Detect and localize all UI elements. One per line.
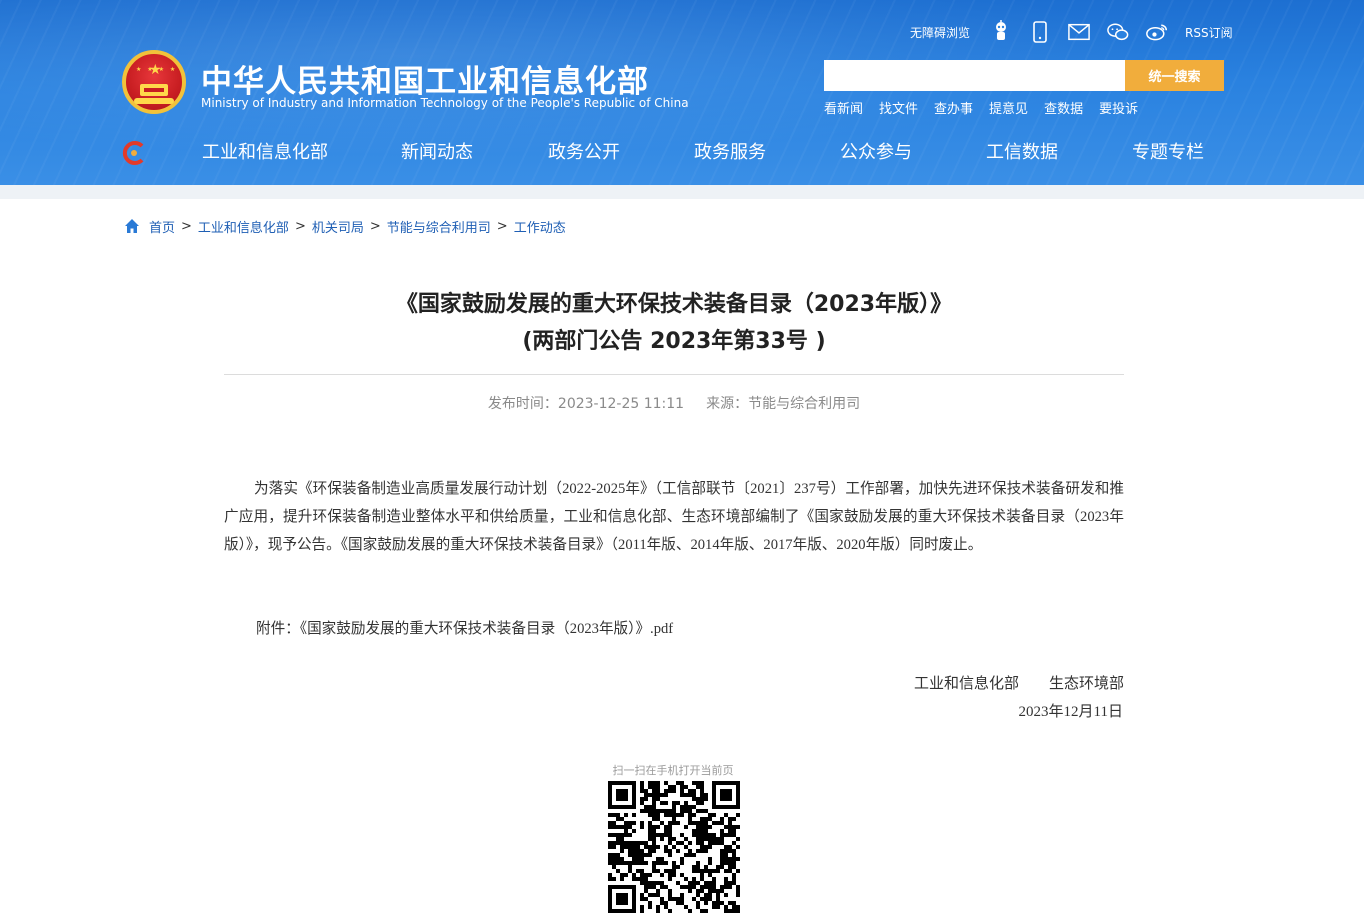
article-meta: 发布时间：2023-12-25 11:11 来源：节能与综合利用司 — [224, 393, 1124, 413]
weibo-icon[interactable] — [1146, 21, 1168, 43]
quick-link-data[interactable]: 查数据 — [1044, 98, 1083, 117]
attachment-line: 附件：《国家鼓励发展的重大环保技术装备目录（2023年版）》.pdf — [256, 617, 673, 638]
mail-icon[interactable] — [1068, 21, 1090, 43]
breadcrumb-ministry[interactable]: 工业和信息化部 — [198, 217, 289, 236]
breadcrumb-departments[interactable]: 机关司局 — [312, 217, 364, 236]
attachment-label: 附件： — [256, 621, 300, 637]
nav-item-data[interactable]: 工信数据 — [986, 140, 1058, 166]
search-input[interactable] — [824, 60, 1125, 91]
nav-item-gov-services[interactable]: 政务服务 — [694, 140, 766, 166]
site-subtitle: Ministry of Industry and Information Tec… — [201, 96, 689, 110]
site-title[interactable]: 中华人民共和国工业和信息化部 — [201, 56, 649, 101]
breadcrumb-energy-dept[interactable]: 节能与综合利用司 — [387, 217, 491, 236]
signer-mee: 生态环境部 — [1048, 676, 1124, 692]
national-emblem-logo[interactable]: ★ ★ ★ ★ ★ — [122, 50, 186, 114]
nav-item-news[interactable]: 新闻动态 — [401, 140, 473, 166]
source-label: 来源： — [706, 396, 749, 412]
quick-link-complaint[interactable]: 要投诉 — [1099, 98, 1138, 117]
breadcrumb: 首页 > 工业和信息化部 > 机关司局 > 节能与综合利用司 > 工作动态 — [124, 216, 566, 236]
rss-link[interactable]: RSS订阅 — [1185, 24, 1233, 41]
nav-item-ministry[interactable]: 工业和信息化部 — [202, 140, 328, 166]
title-divider — [224, 374, 1124, 375]
quick-link-news[interactable]: 看新闻 — [824, 98, 863, 117]
source: 节能与综合利用司 — [748, 396, 861, 412]
publish-time: 2023-12-25 11:11 — [557, 396, 685, 412]
article-body: 为落实《环保装备制造业高质量发展行动计划（2022-2025年》（工信部联节〔2… — [224, 481, 1124, 553]
breadcrumb-separator: > — [181, 218, 192, 234]
header-divider — [0, 185, 1364, 199]
nav-item-topics[interactable]: 专题专栏 — [1132, 140, 1204, 166]
quick-link-files[interactable]: 找文件 — [879, 98, 918, 117]
nav-item-gov-info[interactable]: 政务公开 — [548, 140, 620, 166]
breadcrumb-separator: > — [369, 218, 381, 234]
site-header: ★ ★ ★ ★ ★ 中华人民共和国工业和信息化部 Ministry of Ind… — [0, 0, 1364, 185]
search-button[interactable]: 统一搜索 — [1125, 60, 1224, 91]
main-nav: 工业和信息化部 新闻动态 政务公开 政务服务 公众参与 工信数据 专题专栏 — [120, 132, 1240, 174]
publish-time-label: 发布时间： — [487, 396, 558, 412]
breadcrumb-work-news[interactable]: 工作动态 — [514, 217, 566, 236]
qr-code — [608, 781, 740, 913]
attachment-link[interactable]: 《国家鼓励发展的重大环保技术装备目录（2023年版）》.pdf — [300, 621, 673, 637]
nav-item-public[interactable]: 公众参与 — [840, 140, 912, 166]
breadcrumb-separator: > — [294, 218, 306, 234]
wechat-icon[interactable] — [1107, 21, 1129, 43]
qr-caption: 扫一扫在手机打开当前页 — [612, 764, 734, 777]
signer-miit: 工业和信息化部 — [913, 676, 1019, 692]
quick-link-services[interactable]: 查办事 — [934, 98, 973, 117]
signers: 工业和信息化部 生态环境部 — [914, 672, 1124, 693]
article-subtitle: (两部门公告 2023年第33号 ) — [522, 329, 826, 354]
search-bar: 统一搜索 — [824, 60, 1224, 91]
breadcrumb-home[interactable]: 首页 — [149, 217, 175, 236]
top-links: 无障碍浏览 RSS订阅 — [910, 18, 1233, 46]
robot-icon[interactable] — [990, 20, 1012, 43]
quick-links: 看新闻 找文件 查办事 提意见 查数据 要投诉 — [824, 98, 1154, 117]
home-icon[interactable] — [124, 218, 140, 234]
quick-link-feedback[interactable]: 提意见 — [989, 98, 1028, 117]
mobile-icon[interactable] — [1029, 21, 1051, 43]
sign-date: 2023年12月11日 — [1018, 704, 1123, 720]
article-title: 《国家鼓励发展的重大环保技术装备目录（2023年版）》 — [395, 292, 953, 317]
ministry-logo-icon[interactable] — [120, 140, 148, 166]
breadcrumb-separator: > — [496, 218, 508, 234]
accessibility-link[interactable]: 无障碍浏览 — [910, 24, 970, 41]
